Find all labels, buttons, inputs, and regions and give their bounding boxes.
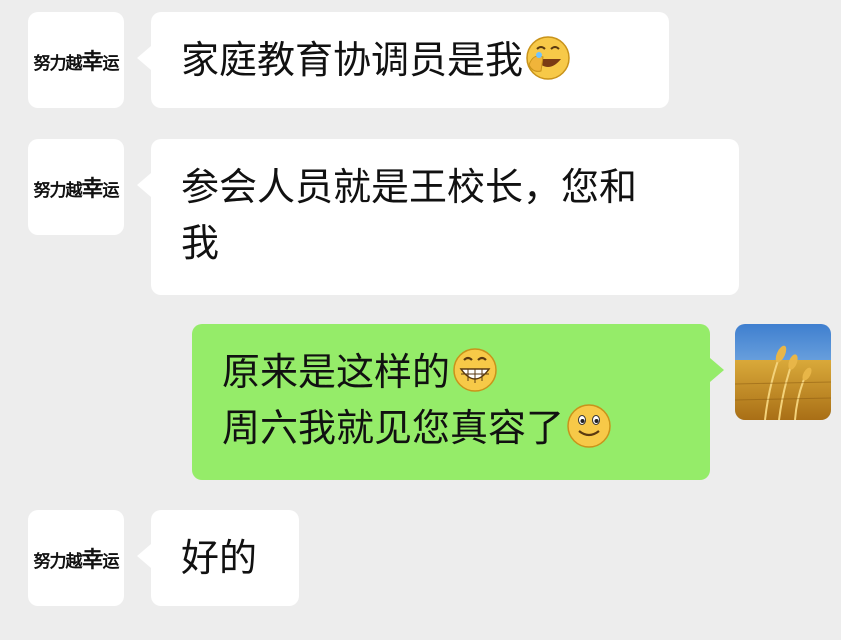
face-palm-laugh-emoji-icon (526, 36, 570, 80)
message-bubble[interactable]: 参会人员就是王校长，您和 我 (137, 139, 739, 295)
logo-text: 努力越幸运 (33, 49, 119, 75)
message-text: 家庭教育协调员是我 (181, 32, 639, 88)
brand-logo: 努力越幸运 (28, 510, 124, 606)
brand-logo: 努力越幸运 (28, 12, 124, 108)
wheat-field-image (735, 324, 831, 420)
contact-avatar[interactable]: 努力越幸运 (28, 510, 124, 606)
message-text-line: 原来是这样的 (222, 344, 680, 400)
contact-avatar[interactable]: 努力越幸运 (28, 139, 124, 235)
smile-emoji-icon (567, 404, 611, 448)
message-text-line: 周六我就见您真容了 (222, 400, 680, 456)
message-text: 好的 (181, 536, 258, 580)
grin-emoji-icon (453, 348, 497, 392)
my-avatar[interactable] (735, 324, 831, 420)
my-message-bubble[interactable]: 原来是这样的 周六我就见您真容了 (192, 324, 724, 480)
message-bubble[interactable]: 好的 (137, 510, 299, 606)
logo-text: 努力越幸运 (33, 176, 119, 202)
contact-avatar[interactable]: 努力越幸运 (28, 12, 124, 108)
message-text-line: 参会人员就是王校长，您和 (181, 165, 638, 209)
message-text-line: 我 (181, 221, 220, 265)
brand-logo: 努力越幸运 (28, 139, 124, 235)
message-bubble[interactable]: 家庭教育协调员是我 (137, 12, 669, 108)
logo-text: 努力越幸运 (33, 547, 119, 573)
